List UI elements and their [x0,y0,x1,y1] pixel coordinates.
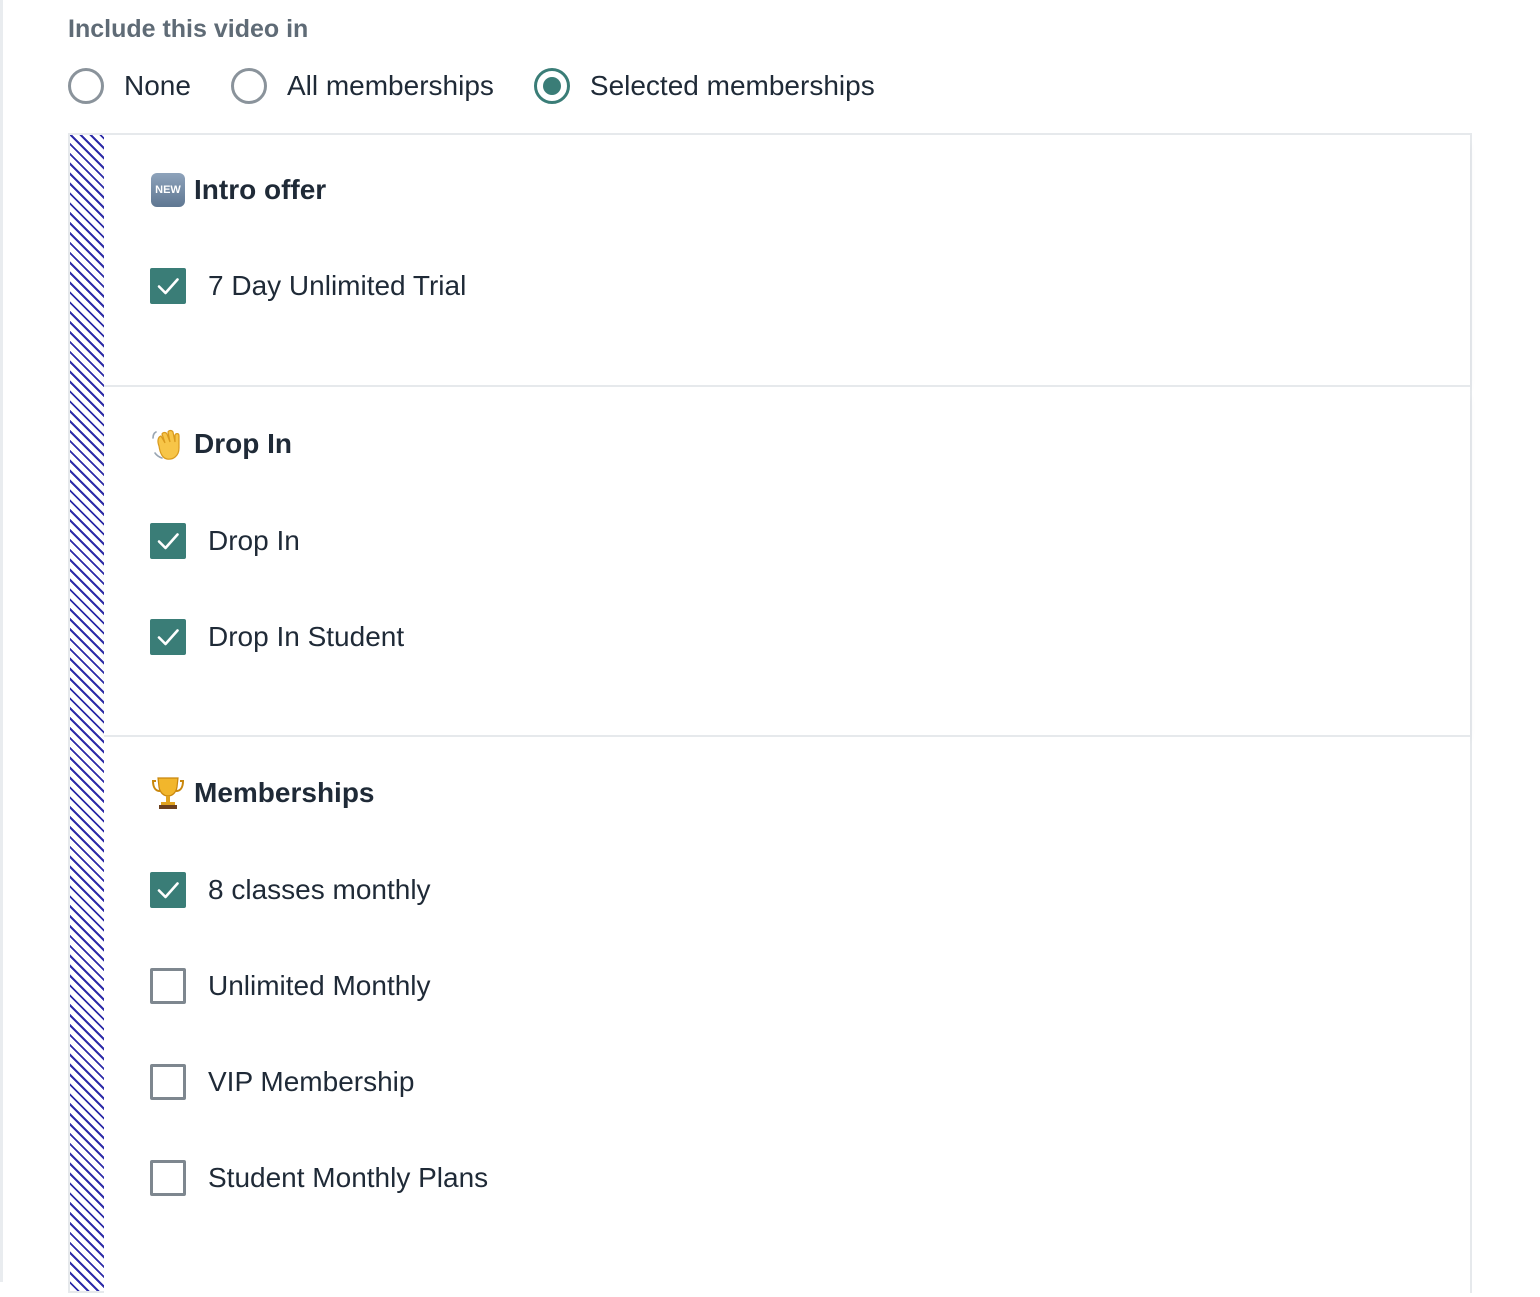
list-item-vip-membership[interactable]: VIP Membership [150,1062,414,1102]
group-header-memberships: Memberships [150,771,375,815]
item-label: 7 Day Unlimited Trial [208,270,467,301]
list-item-unlimited-monthly[interactable]: Unlimited Monthly [150,966,431,1006]
group-drop-in: Drop In Drop In Drop In Student [104,387,1470,737]
checkbox-unchecked[interactable] [150,1160,186,1196]
radio-label-all-memberships: All memberships [286,70,494,101]
radio-label-none: None [124,70,191,101]
group-header-intro-offer: NEW Intro offer [150,168,326,212]
item-label: VIP Membership [208,1066,415,1097]
group-title: Drop In [194,428,292,459]
trophy-icon [150,775,186,811]
checkbox-checked[interactable] [150,872,186,908]
item-label: Drop In Student [208,621,405,652]
list-item-student-monthly-plans[interactable]: Student Monthly Plans [150,1158,488,1198]
radio-option-all-memberships[interactable]: All memberships [230,64,494,108]
item-label: Drop In [208,525,300,556]
field-label: Include this video in [68,15,309,43]
radio-button-all-memberships[interactable] [230,68,267,104]
checkbox-checked[interactable] [150,619,186,655]
group-title: Intro offer [194,174,327,205]
group-intro-offer: NEW Intro offer 7 Day Unlimited Trial [104,135,1470,387]
radio-label-selected-memberships: Selected memberships [589,70,875,101]
item-label: Student Monthly Plans [208,1162,489,1193]
list-item-drop-in[interactable]: Drop In [150,521,300,561]
group-title: Memberships [194,777,375,808]
checkbox-unchecked[interactable] [150,968,186,1004]
checkmark-icon [157,882,179,899]
checkbox-checked[interactable] [150,268,186,304]
radio-button-selected-memberships[interactable] [533,68,570,104]
checkbox-unchecked[interactable] [150,1064,186,1100]
group-memberships: Memberships 8 classes monthly Unlimited … [104,737,1470,1297]
list-item-drop-in-student[interactable]: Drop In Student [150,617,404,657]
radio-option-selected-memberships[interactable]: Selected memberships [533,64,875,108]
checkbox-checked[interactable] [150,523,186,559]
list-item-8-classes-monthly[interactable]: 8 classes monthly [150,870,431,910]
new-badge-icon: NEW [150,172,186,208]
waving-hand-icon [150,426,186,462]
list-item-7-day-unlimited-trial[interactable]: 7 Day Unlimited Trial [150,266,466,306]
radio-button-none[interactable] [68,68,104,104]
item-label: Unlimited Monthly [208,970,431,1001]
membership-list: NEW Intro offer 7 Day Unlimited Trial Dr… [68,133,1472,1297]
checkmark-icon [157,533,179,550]
checkmark-icon [157,278,179,295]
access-radio-group: None All memberships Selected membership… [68,64,915,108]
left-divider [0,0,3,1282]
radio-option-none[interactable]: None [68,64,191,108]
group-header-drop-in: Drop In [150,422,292,466]
hatched-indent-bar [70,135,104,1291]
checkmark-icon [157,629,179,646]
item-label: 8 classes monthly [208,874,431,905]
